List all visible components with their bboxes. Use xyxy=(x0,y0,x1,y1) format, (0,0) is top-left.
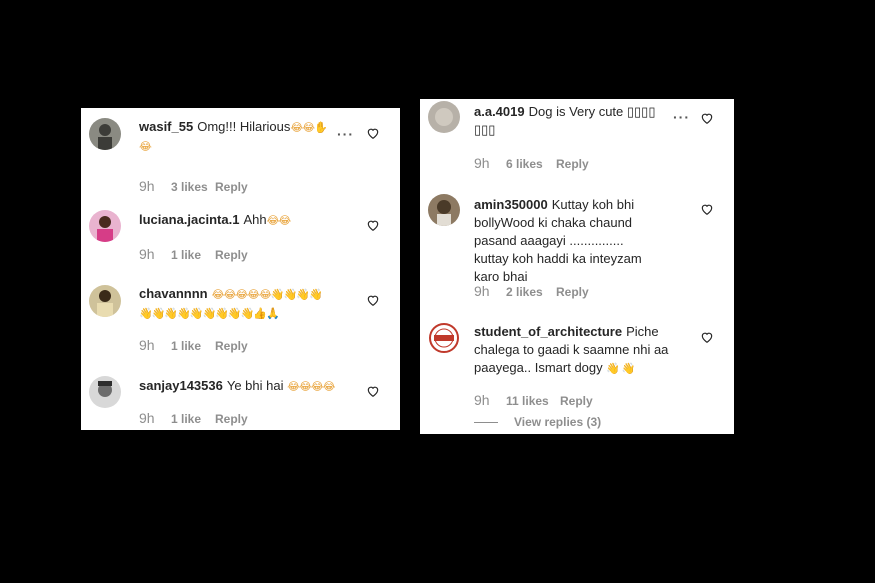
comment-time[interactable]: 9h xyxy=(139,178,171,194)
comment-likes[interactable]: 2 likes xyxy=(506,285,556,299)
comment-likes[interactable]: 3 likes xyxy=(171,180,215,194)
heart-icon[interactable] xyxy=(700,202,714,216)
reply-button[interactable]: Reply xyxy=(556,285,589,299)
comment-likes[interactable]: 6 likes xyxy=(506,157,556,171)
reply-button[interactable]: Reply xyxy=(560,394,593,408)
heart-icon[interactable] xyxy=(366,384,380,398)
reply-button[interactable]: Reply xyxy=(215,180,248,194)
comment-emoji: 😂😂 xyxy=(266,214,292,227)
comment-meta: 9h 1 like Reply xyxy=(139,410,248,426)
comment-emoji: 👋 👋 xyxy=(606,362,635,375)
comment-body: student_of_architecture Piche chalega to … xyxy=(474,323,694,378)
heart-icon[interactable] xyxy=(700,111,714,125)
comment-time[interactable]: 9h xyxy=(139,246,171,262)
comment-body: sanjay143536 Ye bhi hai 😂😂😂😂 xyxy=(139,377,366,396)
comment-meta: 9h 1 like Reply xyxy=(139,246,248,262)
comment-likes[interactable]: 11 likes xyxy=(506,394,560,408)
heart-icon[interactable] xyxy=(366,218,380,232)
view-replies-divider xyxy=(474,422,498,424)
reply-button[interactable]: Reply xyxy=(215,412,248,426)
comment-body: a.a.4019 Dog is Very cute ▯▯▯▯ ▯▯▯ xyxy=(474,103,668,139)
heart-icon[interactable] xyxy=(700,330,714,344)
reply-button[interactable]: Reply xyxy=(556,157,589,171)
comment-likes[interactable]: 1 like xyxy=(171,339,215,353)
avatar[interactable] xyxy=(428,194,460,226)
avatar[interactable] xyxy=(89,376,121,408)
comment-time[interactable]: 9h xyxy=(474,155,506,171)
comment-likes[interactable]: 1 like xyxy=(171,248,215,262)
comment-username[interactable]: luciana.jacinta.1 xyxy=(139,212,239,227)
comment-body: luciana.jacinta.1 Ahh😂😂 xyxy=(139,211,366,230)
view-replies-label[interactable]: View replies (3) xyxy=(514,415,601,429)
comment-text: Ye bhi hai xyxy=(226,378,284,393)
comment-username[interactable]: chavannnn xyxy=(139,286,208,301)
comment-body: amin350000 Kuttay koh bhi bollyWood ki ch… xyxy=(474,196,646,286)
reply-button[interactable]: Reply xyxy=(215,248,248,262)
comment-username[interactable]: student_of_architecture xyxy=(474,324,622,339)
comment-time[interactable]: 9h xyxy=(139,410,171,426)
comment-meta: 9h 6 likes Reply xyxy=(474,155,589,171)
avatar[interactable] xyxy=(428,322,460,354)
reply-button[interactable]: Reply xyxy=(215,339,248,353)
more-options-icon[interactable]: ··· xyxy=(673,109,690,125)
comment-time[interactable]: 9h xyxy=(474,392,506,408)
comment-body: wasif_55 Omg!!! Hilarious😂😂✋ 😂 xyxy=(139,118,366,156)
avatar[interactable] xyxy=(428,101,460,133)
comment-text: Ahh xyxy=(243,212,267,227)
comment-time[interactable]: 9h xyxy=(139,337,171,353)
comments-panel-right: a.a.4019 Dog is Very cute ▯▯▯▯ ▯▯▯ ··· 9h… xyxy=(420,99,734,434)
heart-icon[interactable] xyxy=(366,126,380,140)
comment-likes[interactable]: 1 like xyxy=(171,412,215,426)
comment-meta: 9h 11 likes Reply xyxy=(474,392,593,408)
more-options-icon[interactable]: ··· xyxy=(337,126,354,142)
comment-text: Omg!!! Hilarious xyxy=(197,119,291,134)
comment-emoji: 😂😂😂😂 xyxy=(287,380,335,393)
view-replies-button[interactable]: View replies (3) xyxy=(474,415,601,429)
comments-panel-left: wasif_55 Omg!!! Hilarious😂😂✋ 😂 ··· 9h 3 l… xyxy=(81,108,400,430)
comment-username[interactable]: sanjay143536 xyxy=(139,378,223,393)
comment-username[interactable]: a.a.4019 xyxy=(474,104,525,119)
comment-meta: 9h 1 like Reply xyxy=(139,337,248,353)
comment-meta: 9h 2 likes Reply xyxy=(474,283,589,299)
avatar[interactable] xyxy=(89,285,121,317)
avatar[interactable] xyxy=(89,210,121,242)
comment-meta: 9h 3 likes Reply xyxy=(139,178,248,194)
avatar[interactable] xyxy=(89,118,121,150)
heart-icon[interactable] xyxy=(366,293,380,307)
comment-body: chavannnn 😂😂😂😂😂👋👋👋👋 👋👋👋👋👋👋👋👋👋👍🙏 xyxy=(139,285,366,323)
comment-username[interactable]: wasif_55 xyxy=(139,119,193,134)
comment-time[interactable]: 9h xyxy=(474,283,506,299)
comment-username[interactable]: amin350000 xyxy=(474,197,548,212)
